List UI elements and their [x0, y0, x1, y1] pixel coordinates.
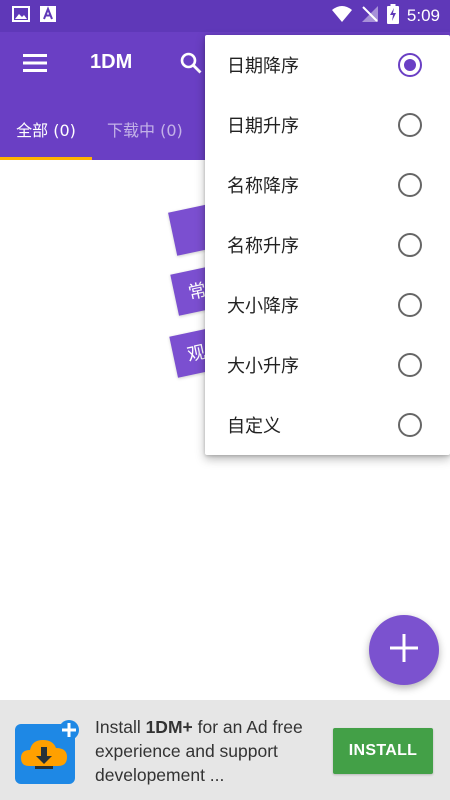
battery-charging-icon [386, 4, 399, 28]
radio-button[interactable] [398, 353, 422, 377]
sort-item-label: 大小降序 [227, 296, 299, 317]
status-left-icons [12, 6, 56, 26]
ad-text-brand: 1DM+ [145, 717, 193, 737]
sort-item-label: 大小升序 [227, 356, 299, 377]
cloud-download-plus-icon[interactable] [15, 720, 79, 784]
sort-item-label: 自定义 [227, 416, 281, 437]
sort-item-size-asc[interactable]: 大小升序 [205, 335, 450, 395]
sort-item-date-asc[interactable]: 日期升序 [205, 95, 450, 155]
sort-item-label: 名称降序 [227, 176, 299, 197]
radio-button[interactable] [398, 293, 422, 317]
sort-item-label: 名称升序 [227, 236, 299, 257]
tab-all[interactable]: 全部 (0) [0, 98, 92, 160]
no-signal-icon [361, 5, 379, 27]
tab-downloading[interactable]: 下载中 (0) [92, 98, 198, 160]
menu-button[interactable] [18, 50, 52, 80]
sort-item-name-desc[interactable]: 名称降序 [205, 155, 450, 215]
image-icon [12, 6, 30, 26]
status-right-icons: 5:09 [331, 4, 440, 28]
radio-button[interactable] [398, 413, 422, 437]
hamburger-menu-icon [22, 53, 48, 77]
search-icon [179, 51, 203, 79]
sort-item-label: 日期降序 [227, 56, 299, 77]
add-download-button[interactable] [369, 615, 439, 685]
sort-item-date-desc[interactable]: 日期降序 [205, 35, 450, 95]
plus-icon [388, 632, 420, 668]
ad-text-prefix: Install [95, 717, 146, 737]
radio-button[interactable] [398, 113, 422, 137]
status-bar: 5:09 [0, 0, 450, 32]
sort-item-size-desc[interactable]: 大小降序 [205, 275, 450, 335]
app-title: 1DM [90, 51, 133, 73]
sort-item-custom[interactable]: 自定义 [205, 395, 450, 455]
radio-button-checked[interactable] [398, 53, 422, 77]
sort-item-name-asc[interactable]: 名称升序 [205, 215, 450, 275]
radio-button[interactable] [398, 173, 422, 197]
search-button[interactable] [176, 50, 206, 80]
sort-item-label: 日期升序 [227, 116, 299, 137]
install-button[interactable]: INSTALL [333, 728, 433, 774]
sort-menu: 日期降序 日期升序 名称降序 名称升序 大小降序 大小升序 自定义 [205, 35, 450, 455]
status-clock: 5:09 [406, 6, 440, 25]
font-icon [40, 6, 56, 26]
ad-text: Install 1DM+ for an Ad free experience a… [95, 715, 325, 787]
wifi-icon [331, 5, 353, 27]
radio-button[interactable] [398, 233, 422, 257]
